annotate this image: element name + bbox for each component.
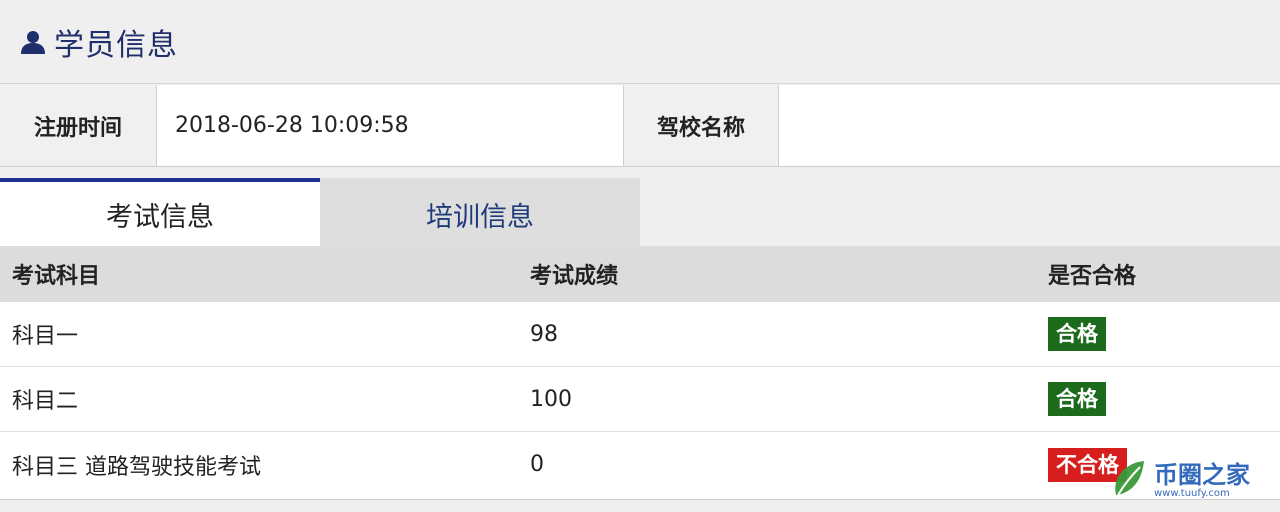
school-name-label: 驾校名称 bbox=[624, 85, 779, 166]
table-row: 科目二 100 合格 bbox=[0, 367, 1280, 432]
tab-training-info[interactable]: 培训信息 bbox=[320, 178, 640, 246]
tab-bar: 考试信息 培训信息 bbox=[0, 178, 640, 246]
status-badge-pass: 合格 bbox=[1048, 317, 1106, 351]
leaf-logo-icon bbox=[1110, 457, 1150, 505]
cell-score: 0 bbox=[530, 452, 544, 477]
column-header-pass: 是否合格 bbox=[1048, 264, 1137, 289]
tab-exam-info[interactable]: 考试信息 bbox=[0, 178, 320, 246]
table-row: 科目一 98 合格 bbox=[0, 302, 1280, 367]
cell-score: 98 bbox=[530, 321, 558, 347]
page-header: 学员信息 bbox=[0, 0, 1280, 84]
watermark-logo: 币圈之家 www.tuufy.com bbox=[1110, 454, 1270, 508]
cell-subject: 科目二 bbox=[12, 389, 79, 414]
page-title: 学员信息 bbox=[54, 27, 178, 63]
status-badge-pass: 合格 bbox=[1048, 382, 1106, 416]
table-header: 考试科目 考试成绩 是否合格 bbox=[0, 246, 1280, 302]
cell-result: 合格 bbox=[1036, 317, 1280, 351]
watermark-text: 币圈之家 bbox=[1154, 461, 1250, 489]
reg-time-label: 注册时间 bbox=[0, 85, 157, 166]
exam-table: 考试科目 考试成绩 是否合格 科目一 98 合格 科目二 100 合格 科目三 … bbox=[0, 246, 1280, 500]
cell-result: 合格 bbox=[1036, 382, 1280, 416]
table-row: 科目三 道路驾驶技能考试 0 不合格 bbox=[0, 432, 1280, 497]
user-icon bbox=[20, 29, 46, 55]
cell-subject: 科目三 道路驾驶技能考试 bbox=[12, 454, 261, 480]
school-name-value bbox=[779, 85, 1280, 166]
reg-time-value: 2018-06-28 10:09:58 bbox=[157, 85, 624, 166]
cell-subject: 科目一 bbox=[12, 324, 79, 349]
info-row: 注册时间 2018-06-28 10:09:58 驾校名称 bbox=[0, 85, 1280, 167]
column-header-subject: 考试科目 bbox=[12, 264, 101, 289]
watermark-url: www.tuufy.com bbox=[1154, 488, 1230, 499]
cell-score: 100 bbox=[530, 386, 572, 412]
column-header-score: 考试成绩 bbox=[530, 264, 619, 289]
